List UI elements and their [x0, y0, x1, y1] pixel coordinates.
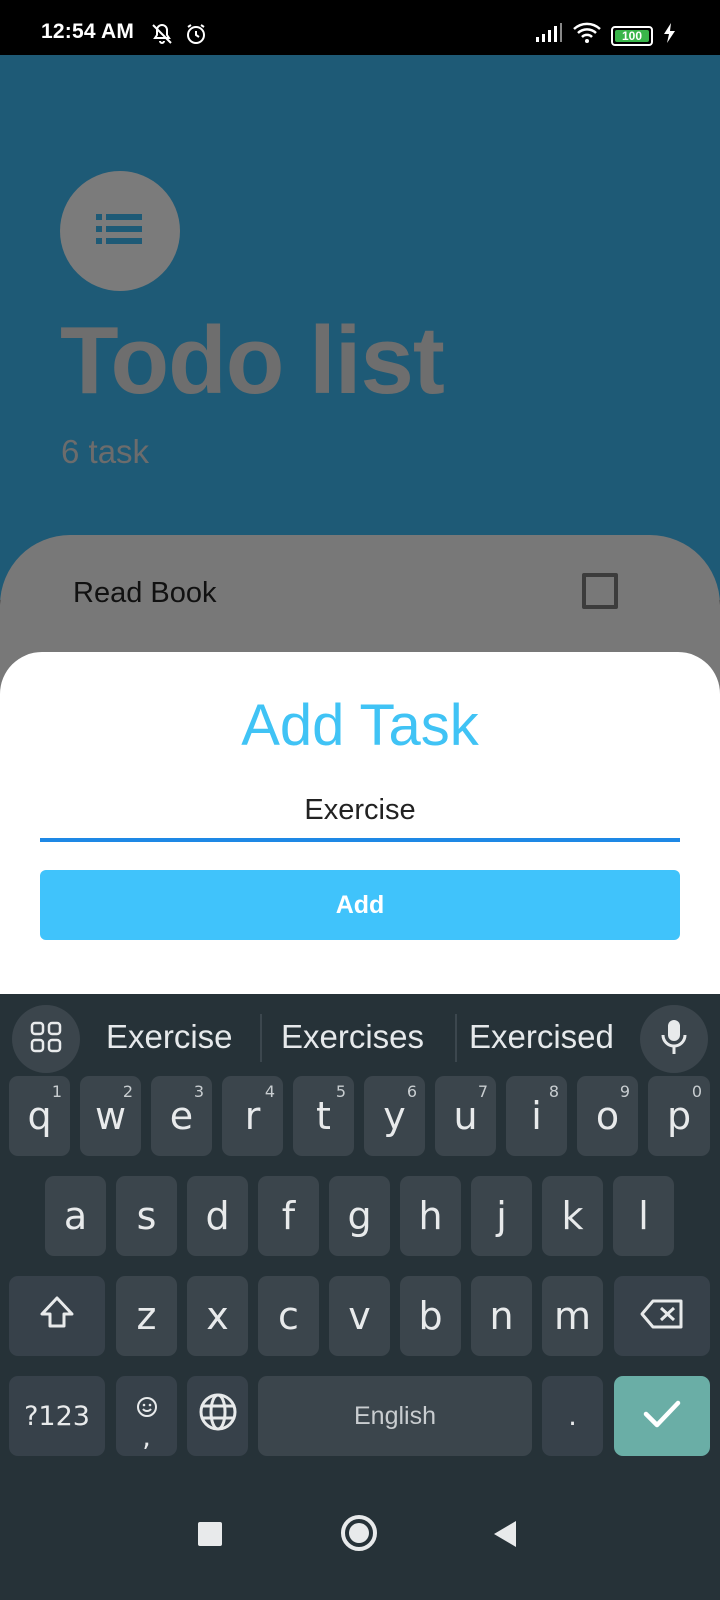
mic-icon — [661, 1019, 687, 1060]
key-g[interactable]: g — [329, 1176, 390, 1256]
dialog-title: Add Task — [241, 693, 479, 758]
key-j[interactable]: j — [471, 1176, 532, 1256]
list-icon — [96, 212, 144, 251]
wifi-icon — [572, 22, 602, 49]
key-b[interactable]: b — [400, 1276, 461, 1356]
app-title: Todo list — [60, 307, 445, 414]
key-n[interactable]: n — [471, 1276, 532, 1356]
key-v[interactable]: v — [329, 1276, 390, 1356]
suggestion-3[interactable]: Exercised — [469, 1018, 614, 1056]
suggestion-divider — [455, 1014, 457, 1062]
suggestion-1[interactable]: Exercise — [106, 1018, 233, 1056]
suggestion-bar: Exercise Exercises Exercised — [0, 994, 720, 1088]
suggestion-2[interactable]: Exercises — [281, 1018, 424, 1056]
status-bar: 12:54 AM 100 — [0, 0, 720, 55]
navigation-bar — [0, 1488, 720, 1600]
language-key[interactable] — [187, 1376, 248, 1456]
key-h[interactable]: h — [400, 1176, 461, 1256]
list-item-checkbox[interactable] — [582, 573, 618, 609]
list-icon-circle — [60, 171, 180, 291]
home-icon[interactable] — [341, 1515, 377, 1551]
key-o[interactable]: o9 — [577, 1076, 638, 1156]
emoji-icon — [136, 1383, 158, 1427]
key-k[interactable]: k — [542, 1176, 603, 1256]
key-c[interactable]: c — [258, 1276, 319, 1356]
task-count: 6 task — [61, 433, 150, 470]
key-f[interactable]: f — [258, 1176, 319, 1256]
alarm-icon — [184, 22, 208, 51]
key-q[interactable]: q1 — [9, 1076, 70, 1156]
key-r[interactable]: r4 — [222, 1076, 283, 1156]
key-t[interactable]: t5 — [293, 1076, 354, 1156]
key-z[interactable]: z — [116, 1276, 177, 1356]
battery-icon: 100 — [611, 25, 653, 46]
back-icon[interactable] — [494, 1521, 516, 1547]
period-key[interactable]: . — [542, 1376, 603, 1456]
key-w[interactable]: w2 — [80, 1076, 141, 1156]
key-s[interactable]: s — [116, 1176, 177, 1256]
key-m[interactable]: m — [542, 1276, 603, 1356]
add-button[interactable]: Add — [40, 870, 680, 940]
key-d[interactable]: d — [187, 1176, 248, 1256]
key-a[interactable]: a — [45, 1176, 106, 1256]
key-y[interactable]: y6 — [364, 1076, 425, 1156]
signal-icon — [535, 23, 563, 48]
task-input[interactable] — [40, 782, 680, 842]
keyboard-apps-button[interactable] — [12, 1005, 80, 1073]
key-x[interactable]: x — [187, 1276, 248, 1356]
key-l[interactable]: l — [613, 1176, 674, 1256]
bell-off-icon — [150, 22, 174, 51]
globe-icon — [198, 1392, 238, 1441]
status-time: 12:54 AM — [41, 20, 135, 43]
app-header: Todo list 6 task — [0, 55, 720, 600]
shift-icon — [39, 1294, 75, 1338]
list-item-label: Read Book — [73, 577, 217, 609]
space-key[interactable]: English — [258, 1376, 532, 1456]
key-u[interactable]: u7 — [435, 1076, 496, 1156]
backspace-key[interactable] — [614, 1276, 710, 1356]
add-task-sheet: Add Task Add — [0, 652, 720, 994]
key-p[interactable]: p0 — [648, 1076, 710, 1156]
status-right-icons: 100 — [535, 22, 676, 49]
key-i[interactable]: i8 — [506, 1076, 567, 1156]
key-e[interactable]: e3 — [151, 1076, 212, 1156]
enter-key[interactable] — [614, 1376, 710, 1456]
voice-input-button[interactable] — [640, 1005, 708, 1073]
shift-key[interactable] — [9, 1276, 105, 1356]
suggestion-divider — [260, 1014, 262, 1062]
grid-icon — [30, 1021, 62, 1058]
battery-level: 100 — [611, 25, 653, 46]
recents-icon[interactable] — [198, 1522, 222, 1546]
status-left-icons — [150, 22, 208, 51]
symbols-key[interactable]: ?123 — [9, 1376, 105, 1456]
battery-text: 100 — [621, 28, 643, 43]
emoji-comma-key[interactable]: , — [116, 1376, 177, 1456]
backspace-icon — [640, 1294, 684, 1338]
checkmark-icon — [643, 1394, 681, 1438]
charging-icon — [662, 22, 676, 49]
